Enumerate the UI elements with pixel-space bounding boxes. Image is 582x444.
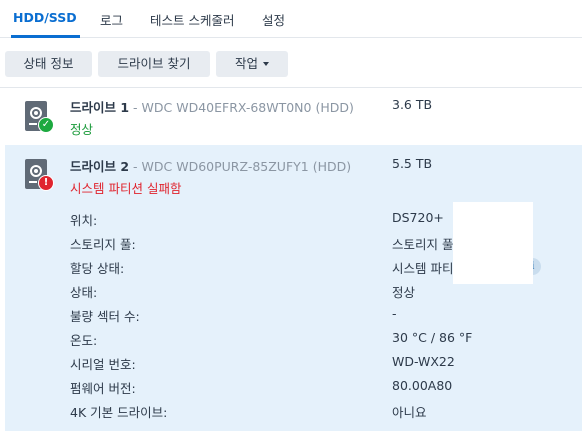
drive-title: 드라이브 2 - WDC WD60PURZ-85ZUFY1 (HDD) — [70, 156, 351, 175]
detail-label-temperature: 온도: — [70, 333, 98, 348]
caret-down-icon — [263, 61, 269, 66]
find-drive-label: 드라이브 찾기 — [117, 56, 191, 71]
drive-status: 시스템 파티션 실패함 — [70, 181, 182, 196]
drive-separator: - — [129, 159, 142, 174]
active-tab-indicator — [11, 35, 80, 38]
detail-label-health: 상태: — [70, 285, 98, 300]
check-icon: ✓ — [38, 117, 54, 133]
drive-model: WDC WD40EFRX-68WT0N0 (HDD) — [141, 100, 354, 115]
action-dropdown-button[interactable]: 작업 — [216, 51, 288, 77]
detail-value-4k-native: 아니요 — [392, 405, 427, 420]
tab-log[interactable]: 로그 — [100, 10, 123, 29]
drive-model: WDC WD60PURZ-85ZUFY1 (HDD) — [141, 159, 352, 174]
exclamation-icon: ! — [38, 175, 54, 191]
drive-name: 드라이브 1 — [70, 100, 130, 115]
detail-value-temperature: 30 °C / 86 °F — [392, 330, 473, 345]
drive-title: 드라이브 1 - WDC WD40EFRX-68WT0N0 (HDD) — [70, 97, 354, 116]
status-info-button[interactable]: 상태 정보 — [5, 51, 92, 77]
drive-separator: - — [129, 100, 142, 115]
drive-row-1[interactable]: ✓ 드라이브 1 - WDC WD40EFRX-68WT0N0 (HDD) 3.… — [5, 88, 582, 145]
detail-label-location: 위치: — [70, 213, 98, 228]
drive-status: 정상 — [70, 122, 94, 137]
find-drive-button[interactable]: 드라이브 찾기 — [98, 51, 210, 77]
drive-row-2[interactable]: ! 드라이브 2 - WDC WD60PURZ-85ZUFY1 (HDD) 5.… — [5, 145, 582, 431]
tab-bar: HDD/SSD 로그 테스트 스케줄러 설정 — [0, 0, 582, 38]
detail-label-storage-pool: 스토리지 풀: — [70, 237, 136, 252]
drive-size: 5.5 TB — [392, 156, 433, 171]
redaction-box — [453, 202, 533, 284]
detail-value-bad-sectors: - — [392, 306, 397, 321]
status-info-label: 상태 정보 — [23, 56, 74, 71]
tab-test-scheduler[interactable]: 테스트 스케줄러 — [150, 10, 234, 29]
detail-label-4k-native: 4K 기본 드라이브: — [70, 405, 168, 420]
detail-label-allocation-status: 할당 상태: — [70, 261, 125, 276]
detail-label-serial-number: 시리얼 번호: — [70, 357, 136, 372]
detail-label-firmware: 펌웨어 버전: — [70, 381, 136, 396]
detail-value-serial-number: WD-WX22 — [392, 354, 455, 369]
detail-value-firmware: 80.00A80 — [392, 378, 453, 393]
drive-name: 드라이브 2 — [70, 159, 130, 174]
detail-value-location: DS720+ — [392, 210, 444, 225]
tab-settings[interactable]: 설정 — [262, 10, 285, 29]
action-label: 작업 — [234, 56, 258, 71]
drive-size: 3.6 TB — [392, 97, 433, 112]
tab-hdd-ssd[interactable]: HDD/SSD — [13, 10, 77, 25]
detail-value-health: 정상 — [392, 285, 416, 300]
detail-label-bad-sectors: 불량 섹터 수: — [70, 309, 140, 324]
